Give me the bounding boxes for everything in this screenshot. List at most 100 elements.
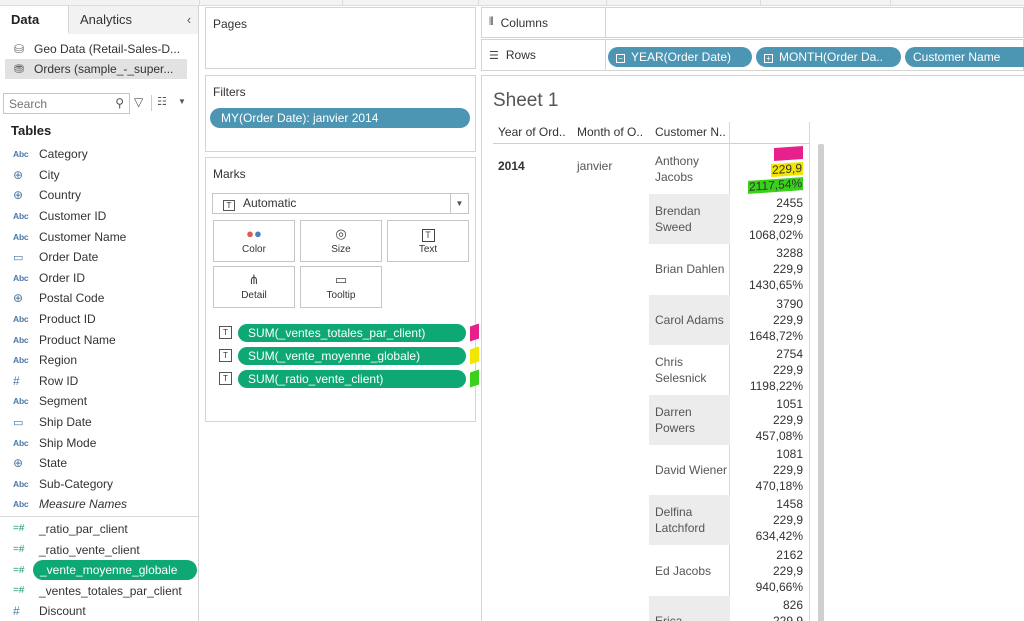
rows-label: Rows xyxy=(505,48,536,62)
collapse-icon[interactable]: − xyxy=(616,54,625,63)
mark-field-ventes-totales[interactable]: T SUM(_ventes_totales_par_client) xyxy=(219,323,479,342)
customer-cell[interactable]: Ed Jacobs xyxy=(649,546,730,596)
collapse-pane-icon[interactable]: ‹ xyxy=(180,6,198,34)
field-item[interactable]: Abc Category xyxy=(0,144,199,165)
table-row-values[interactable]: 2455 229,9 1068,02% xyxy=(730,194,805,244)
value-text: 826 xyxy=(782,597,803,612)
measure-pill[interactable]: SUM(_ventes_totales_par_client) xyxy=(238,324,466,342)
customer-cell[interactable]: Brendan Sweed xyxy=(649,194,730,245)
field-item[interactable]: ▭ Ship Date xyxy=(0,412,199,433)
tab-data[interactable]: Data xyxy=(0,6,69,34)
measure-item[interactable]: =# _ratio_par_client xyxy=(0,519,199,540)
pane-border xyxy=(809,122,810,621)
pages-card[interactable]: Pages xyxy=(205,7,476,69)
table-row-values[interactable]: 826 229,9 xyxy=(730,596,805,621)
field-item[interactable]: Abc Region xyxy=(0,350,199,371)
field-item[interactable]: Abc Customer Name xyxy=(0,226,199,247)
field-item[interactable]: Abc Measure Names xyxy=(0,494,199,515)
mark-field-ratio-vente[interactable]: T SUM(_ratio_vente_client) xyxy=(219,369,479,388)
mark-field-vente-moyenne[interactable]: T SUM(_vente_moyenne_globale) xyxy=(219,346,479,365)
row-pill-year[interactable]: − YEAR(Order Date) xyxy=(608,47,752,67)
value-text: 229,9 xyxy=(772,513,803,528)
columns-shelf[interactable]: ⫴ Columns xyxy=(481,7,1024,38)
vertical-scrollbar[interactable] xyxy=(818,144,824,621)
table-row-values[interactable]: 1458 229,9 634,42% xyxy=(730,495,805,545)
search-input[interactable] xyxy=(4,94,104,113)
customer-cell[interactable]: David Wiener xyxy=(649,445,730,495)
table-row-values[interactable]: 4867 229,9 2117,54% xyxy=(730,144,805,194)
filter-pill-order-date[interactable]: MY(Order Date): janvier 2014 xyxy=(210,108,470,128)
row-pill-month[interactable]: + MONTH(Order Da.. xyxy=(756,47,901,67)
field-item[interactable]: Abc Ship Mode xyxy=(0,432,199,453)
datasource-orders[interactable]: ⛃ Orders (sample_-_super... xyxy=(5,59,187,79)
mark-type-dropdown[interactable]: T Automatic ▼ xyxy=(212,193,469,214)
header-year[interactable]: Year of Ord.. xyxy=(498,125,572,139)
search-box[interactable]: ⚲ xyxy=(3,93,130,114)
search-icon[interactable]: ⚲ xyxy=(115,96,124,110)
detail-button[interactable]: ⋔ Detail xyxy=(213,266,295,308)
value-text: 3288 xyxy=(776,246,803,261)
field-item[interactable]: Abc Product ID xyxy=(0,309,199,330)
value-text: 940,66% xyxy=(755,579,803,594)
color-button[interactable]: ●● Color xyxy=(213,220,295,262)
customer-cell[interactable]: Delfina Latchford xyxy=(649,495,730,546)
row-pill-customer[interactable]: Customer Name xyxy=(905,47,1024,67)
table-row-values[interactable]: 1051 229,9 457,08% xyxy=(730,395,805,445)
header-customer[interactable]: Customer N.. xyxy=(655,125,727,139)
expand-icon[interactable]: + xyxy=(764,54,773,63)
tab-analytics[interactable]: Analytics xyxy=(69,6,181,34)
toolbar-divider xyxy=(606,0,607,6)
customer-cell[interactable]: Brian Dahlen xyxy=(649,244,730,294)
field-item[interactable]: Abc Sub-Category xyxy=(0,474,199,495)
filters-card[interactable]: Filters MY(Order Date): janvier 2014 xyxy=(205,75,476,152)
rows-shelf[interactable]: ☰ Rows − YEAR(Order Date) + MONTH(Order Da… xyxy=(481,39,1024,71)
value-text: 229,9 xyxy=(772,463,803,478)
chevron-down-icon[interactable]: ▼ xyxy=(178,97,186,106)
tooltip-button[interactable]: ▭ Tooltip xyxy=(300,266,382,308)
size-button-label: Size xyxy=(331,244,351,255)
header-month[interactable]: Month of O.. xyxy=(577,125,649,139)
filter-icon[interactable]: ▽ xyxy=(134,95,143,109)
customer-cell[interactable]: Chris Selesnick xyxy=(649,345,730,395)
value-total: 3288 xyxy=(730,245,803,261)
columns-label: Columns xyxy=(500,15,548,30)
field-item[interactable]: # Row ID xyxy=(0,371,199,392)
chevron-down-icon[interactable]: ▼ xyxy=(450,194,468,213)
field-label: Sub-Category xyxy=(39,476,114,491)
field-item[interactable]: Abc Customer ID xyxy=(0,206,199,227)
field-item[interactable]: Abc Segment xyxy=(0,391,199,412)
field-item[interactable]: Abc Order ID xyxy=(0,268,199,289)
table-row-values[interactable]: 1081 229,9 470,18% xyxy=(730,445,805,495)
table-row-values[interactable]: 3790 229,9 1648,72% xyxy=(730,295,805,345)
measure-item[interactable]: =# _ratio_vente_client xyxy=(0,539,199,560)
measure-item[interactable]: =# _ventes_totales_par_client xyxy=(0,580,199,601)
view-options-icon[interactable]: ☷ xyxy=(157,95,167,108)
field-item[interactable]: ▭ Order Date xyxy=(0,247,199,268)
value-text: 229,9 xyxy=(772,262,803,277)
customer-cell[interactable]: Carol Adams xyxy=(649,294,730,345)
field-item[interactable]: ⊕ Postal Code xyxy=(0,288,199,309)
table-row-values[interactable]: 3288 229,9 1430,65% xyxy=(730,244,805,294)
field-item[interactable]: Abc Product Name xyxy=(0,329,199,350)
value-ratio: 2117,54% xyxy=(730,176,803,194)
text-button[interactable]: T Text xyxy=(387,220,469,262)
measure-item[interactable]: # Discount xyxy=(0,601,199,621)
columns-icon: ⫴ xyxy=(489,16,494,28)
datasource-geo-data[interactable]: ⛁ Geo Data (Retail-Sales-D... xyxy=(0,39,198,59)
measure-pill[interactable]: SUM(_ratio_vente_client) xyxy=(238,370,466,388)
table-row-values[interactable]: 2754 229,9 1198,22% xyxy=(730,345,805,395)
marks-title: Marks xyxy=(213,167,246,181)
measure-item[interactable]: =# _vente_moyenne_globale xyxy=(0,560,199,581)
measure-pill[interactable]: SUM(_vente_moyenne_globale) xyxy=(238,347,466,365)
detail-icon: ⋔ xyxy=(248,272,260,287)
value-ratio: 1068,02% xyxy=(730,227,803,243)
field-item[interactable]: ⊕ State xyxy=(0,453,199,474)
table-row-values[interactable]: 2162 229,9 940,66% xyxy=(730,546,805,596)
customer-cell[interactable]: Darren Powers xyxy=(649,395,730,445)
field-item[interactable]: ⊕ Country xyxy=(0,185,199,206)
customer-cell[interactable]: Erica xyxy=(649,595,730,621)
field-item[interactable]: ⊕ City xyxy=(0,165,199,186)
size-button[interactable]: ◎ Size xyxy=(300,220,382,262)
customer-cell[interactable]: Anthony Jacobs xyxy=(649,144,730,194)
hash-icon: # xyxy=(13,373,20,388)
